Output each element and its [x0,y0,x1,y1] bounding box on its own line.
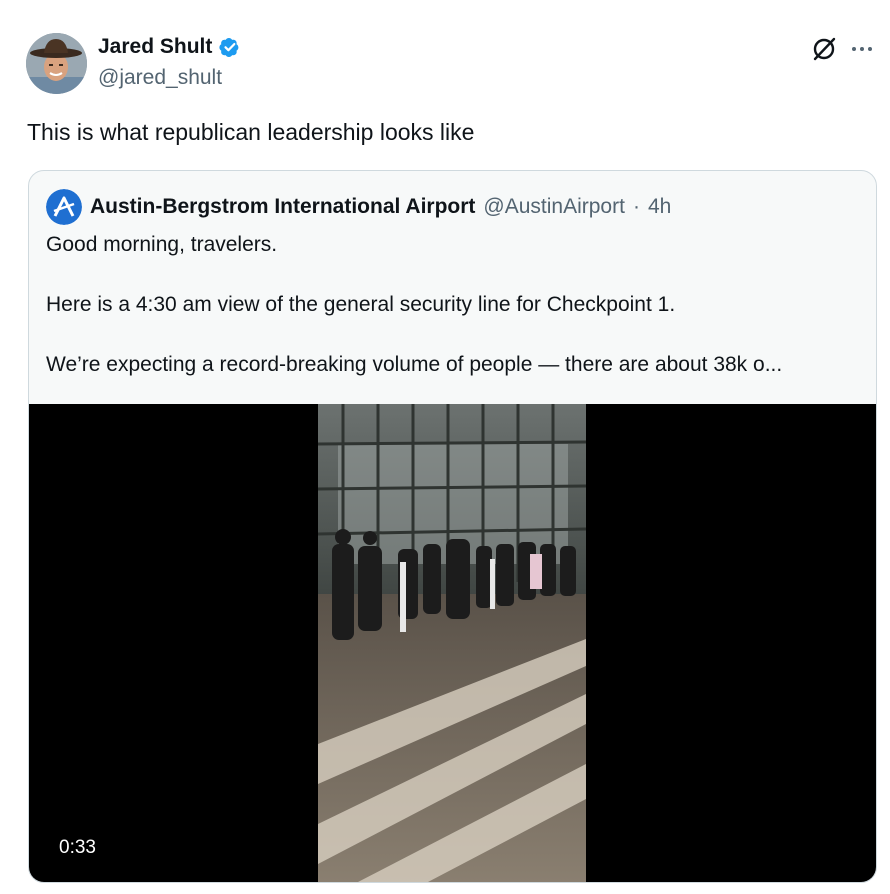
author-name-text[interactable]: Jared Shult [98,35,212,59]
verified-badge-icon [219,38,239,57]
quoted-author-avatar[interactable] [46,189,82,225]
quoted-text-line: Good morning, travelers. [46,233,278,256]
separator-dot: · [632,195,640,218]
more-icon[interactable] [849,36,875,62]
quoted-tweet-header: Austin-Bergstrom International Airport @… [46,189,671,225]
video-thumbnail [318,404,586,882]
quoted-text-line: We’re expecting a record-breaking volume… [46,353,783,376]
quoted-text-line: Here is a 4:30 am view of the general se… [46,293,676,316]
quoted-timestamp[interactable]: 4h [648,195,671,219]
author-avatar[interactable] [26,33,87,94]
video-player[interactable]: 0:33 [29,404,876,882]
quoted-tweet-card[interactable]: Austin-Bergstrom International Airport @… [28,170,877,883]
tweet-text: This is what republican leadership looks… [27,119,475,145]
author-name[interactable]: Jared Shult [98,35,242,59]
quoted-author-name[interactable]: Austin-Bergstrom International Airport [90,195,475,219]
quoted-author-handle[interactable]: @AustinAirport [483,195,625,219]
author-handle[interactable]: @jared_shult [98,66,222,90]
grok-icon[interactable] [811,36,837,62]
video-duration: 0:33 [59,837,96,858]
